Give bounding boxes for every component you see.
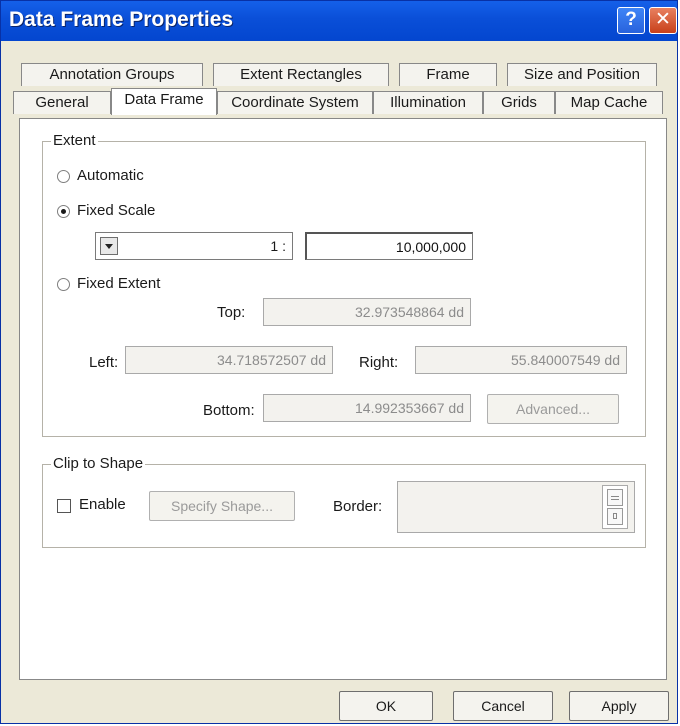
fixed-scale-label: Fixed Scale — [77, 202, 156, 219]
spin-down-icon[interactable] — [607, 508, 623, 525]
tab-panel-data-frame: Extent Automatic Fixed Scale 1 : 10,000,… — [19, 118, 667, 680]
tab-extent-rectangles[interactable]: Extent Rectangles — [213, 63, 389, 86]
border-spinner[interactable] — [602, 485, 628, 529]
tab-map-cache[interactable]: Map Cache — [555, 91, 663, 114]
cancel-button[interactable]: Cancel — [453, 691, 553, 721]
automatic-radio[interactable] — [57, 170, 70, 183]
window-title: Data Frame Properties — [9, 8, 234, 31]
tab-size-and-position[interactable]: Size and Position — [507, 63, 657, 86]
chevron-down-icon[interactable] — [100, 237, 118, 255]
left-input[interactable]: 34.718572507 dd — [125, 346, 333, 374]
border-selector[interactable] — [397, 481, 635, 533]
help-button[interactable]: ? — [617, 7, 645, 34]
dialog-button-bar: OK Cancel Apply — [1, 683, 679, 725]
right-label: Right: — [359, 354, 399, 371]
automatic-label: Automatic — [77, 167, 144, 184]
enable-label: Enable — [79, 496, 126, 513]
extent-legend: Extent — [51, 132, 98, 149]
scale-value-input[interactable]: 10,000,000 — [305, 232, 473, 260]
tab-coordinate-system[interactable]: Coordinate System — [217, 91, 373, 114]
top-label: Top: — [217, 304, 246, 321]
tab-general[interactable]: General — [13, 91, 111, 114]
fixed-scale-radio[interactable] — [57, 205, 70, 218]
border-label: Border: — [333, 498, 383, 515]
specify-shape-button[interactable]: Specify Shape... — [149, 491, 295, 521]
enable-checkbox[interactable] — [57, 499, 71, 513]
apply-button[interactable]: Apply — [569, 691, 669, 721]
extent-group: Extent Automatic Fixed Scale 1 : 10,000,… — [42, 132, 646, 437]
close-button[interactable]: ✕ — [649, 7, 677, 34]
fixed-extent-radio[interactable] — [57, 278, 70, 291]
dialog-window: Data Frame Properties ? ✕ Annotation Gro… — [0, 0, 678, 724]
tab-data-frame[interactable]: Data Frame — [111, 88, 217, 115]
spin-up-icon[interactable] — [607, 489, 623, 506]
scale-prefix-text: 1 : — [270, 238, 286, 254]
clip-legend: Clip to Shape — [51, 455, 146, 472]
fixed-extent-label: Fixed Extent — [77, 275, 161, 292]
tab-illumination[interactable]: Illumination — [373, 91, 483, 114]
title-bar[interactable]: Data Frame Properties ? ✕ — [1, 1, 677, 41]
ok-button[interactable]: OK — [339, 691, 433, 721]
scale-prefix-field[interactable]: 1 : — [95, 232, 293, 260]
bottom-label: Bottom: — [203, 402, 255, 419]
right-input[interactable]: 55.840007549 dd — [415, 346, 627, 374]
advanced-button[interactable]: Advanced... — [487, 394, 619, 424]
left-label: Left: — [89, 354, 119, 371]
top-input[interactable]: 32.973548864 dd — [263, 298, 471, 326]
clip-to-shape-group: Clip to Shape Enable Specify Shape... Bo… — [42, 455, 646, 548]
tab-frame[interactable]: Frame — [399, 63, 497, 86]
bottom-input[interactable]: 14.992353667 dd — [263, 394, 471, 422]
tab-annotation-groups[interactable]: Annotation Groups — [21, 63, 203, 86]
tab-grids[interactable]: Grids — [483, 91, 555, 114]
